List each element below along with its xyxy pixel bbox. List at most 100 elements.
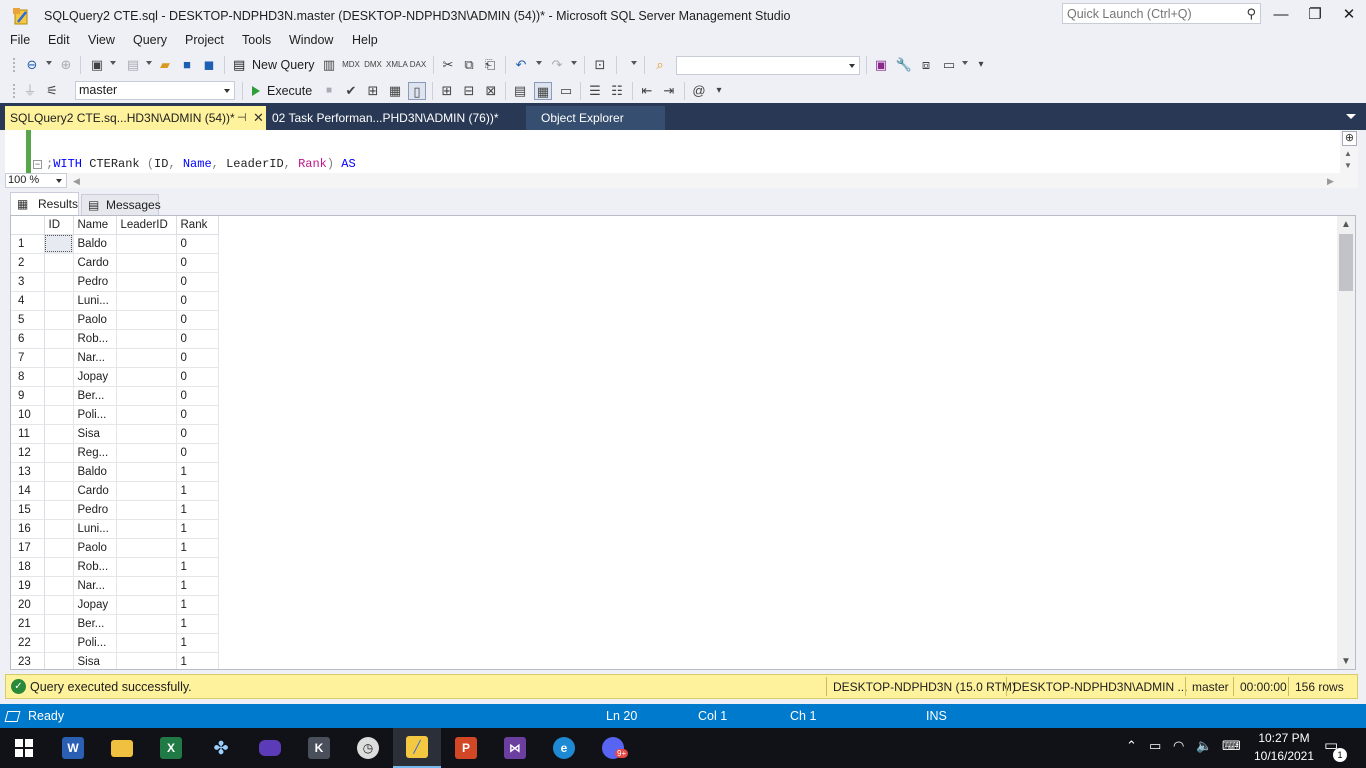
cell-leaderid[interactable] xyxy=(116,443,177,463)
results-grid[interactable]: ID Name LeaderID Rank 1 Baldo 0 2 Cardo 0 3 Ped… xyxy=(10,215,1356,670)
table-row[interactable]: 8 Jopay 0 xyxy=(11,367,219,387)
row-number[interactable]: 9 xyxy=(11,386,45,406)
cell-leaderid[interactable] xyxy=(116,405,177,425)
table-row[interactable]: 5 Paolo 0 xyxy=(11,310,219,330)
cell-leaderid[interactable] xyxy=(116,234,177,254)
taskbar-visual-studio[interactable]: ⋈ xyxy=(491,728,539,768)
menu-project[interactable]: Project xyxy=(185,33,224,47)
cell-id[interactable] xyxy=(44,234,74,254)
cell-name[interactable]: Rob... xyxy=(73,557,117,577)
parse-checkmark-icon[interactable]: ✔ xyxy=(342,82,360,100)
row-number[interactable]: 14 xyxy=(11,481,45,501)
cell-name[interactable]: Jopay xyxy=(73,595,117,615)
save-icon[interactable]: ■ xyxy=(178,56,196,74)
taskbar-game-app[interactable]: ✤ xyxy=(197,728,245,768)
close-icon[interactable]: ✕ xyxy=(253,106,264,130)
estimated-plan-icon[interactable]: ⊞ xyxy=(364,82,382,100)
table-row[interactable]: 19 Nar... 1 xyxy=(11,576,219,596)
xmla-query-icon[interactable]: XMLA xyxy=(386,56,408,74)
cell-rank[interactable]: 1 xyxy=(176,462,219,482)
cell-name[interactable]: Pedro xyxy=(73,272,117,292)
new-project-icon[interactable]: ▣ xyxy=(88,56,106,74)
cell-name[interactable]: Baldo xyxy=(73,234,117,254)
table-row[interactable]: 9 Ber... 0 xyxy=(11,386,219,406)
solution-configuration-select[interactable] xyxy=(676,56,860,75)
specify-values-icon[interactable]: @ xyxy=(690,82,708,100)
cell-leaderid[interactable] xyxy=(116,652,177,669)
row-number[interactable]: 6 xyxy=(11,329,45,349)
cell-name[interactable]: Paolo xyxy=(73,310,117,330)
tab-messages[interactable]: ▤ Messages xyxy=(81,194,161,215)
cell-rank[interactable]: 1 xyxy=(176,652,219,669)
cell-name[interactable]: Pedro xyxy=(73,500,117,520)
cell-leaderid[interactable] xyxy=(116,614,177,634)
cell-name[interactable]: Ber... xyxy=(73,614,117,634)
table-row[interactable]: 21 Ber... 1 xyxy=(11,614,219,634)
cell-rank[interactable]: 0 xyxy=(176,386,219,406)
row-number[interactable]: 23 xyxy=(11,652,45,669)
cell-leaderid[interactable] xyxy=(116,481,177,501)
cell-id[interactable] xyxy=(44,367,74,387)
cell-rank[interactable]: 0 xyxy=(176,272,219,292)
client-stats-icon[interactable]: ⊠ xyxy=(482,82,500,100)
cell-leaderid[interactable] xyxy=(116,576,177,596)
row-number[interactable]: 10 xyxy=(11,405,45,425)
copy-icon[interactable]: ⧉ xyxy=(460,56,478,74)
table-row[interactable]: 10 Poli... 0 xyxy=(11,405,219,425)
table-row[interactable]: 11 Sisa 0 xyxy=(11,424,219,444)
cell-leaderid[interactable] xyxy=(116,386,177,406)
row-number[interactable]: 21 xyxy=(11,614,45,634)
table-row[interactable]: 1 Baldo 0 xyxy=(11,234,219,254)
taskbar-ssms[interactable]: ╱ xyxy=(393,728,441,768)
database-engine-query-icon[interactable]: ▥ xyxy=(320,56,338,74)
row-number[interactable]: 11 xyxy=(11,424,45,444)
comment-icon[interactable]: ☰ xyxy=(586,82,604,100)
cell-rank[interactable]: 1 xyxy=(176,614,219,634)
wifi-icon[interactable]: ◠ xyxy=(1173,738,1184,754)
row-number[interactable]: 8 xyxy=(11,367,45,387)
show-hidden-icons[interactable]: ⌃ xyxy=(1126,738,1137,754)
menu-tools[interactable]: Tools xyxy=(242,33,271,47)
taskbar-k-app[interactable]: K xyxy=(295,728,343,768)
cell-name[interactable]: Sisa xyxy=(73,652,117,669)
tab-object-explorer[interactable]: Object Explorer xyxy=(526,106,665,130)
row-number[interactable]: 12 xyxy=(11,443,45,463)
cell-name[interactable]: Cardo xyxy=(73,481,117,501)
scroll-up-icon[interactable]: ▲ xyxy=(1344,149,1352,158)
cell-id[interactable] xyxy=(44,462,74,482)
cell-id[interactable] xyxy=(44,272,74,292)
column-header-rank[interactable]: Rank xyxy=(176,216,219,235)
cell-leaderid[interactable] xyxy=(116,310,177,330)
cell-id[interactable] xyxy=(44,652,74,669)
results-to-text-icon[interactable]: ▤ xyxy=(511,82,529,100)
cell-id[interactable] xyxy=(44,405,74,425)
cell-name[interactable]: Poli... xyxy=(73,405,117,425)
save-all-icon[interactable]: ◼ xyxy=(200,56,218,74)
cell-id[interactable] xyxy=(44,557,74,577)
row-number[interactable]: 3 xyxy=(11,272,45,292)
toolbar-grip[interactable] xyxy=(12,57,16,73)
restore-button[interactable]: ❐ xyxy=(1298,4,1332,26)
cell-rank[interactable]: 0 xyxy=(176,348,219,368)
cell-id[interactable] xyxy=(44,481,74,501)
taskbar-excel[interactable]: X xyxy=(147,728,195,768)
row-number[interactable]: 1 xyxy=(11,234,45,254)
table-row[interactable]: 22 Poli... 1 xyxy=(11,633,219,653)
cell-id[interactable] xyxy=(44,329,74,349)
table-row[interactable]: 17 Paolo 1 xyxy=(11,538,219,558)
cell-name[interactable]: Cardo xyxy=(73,253,117,273)
cell-leaderid[interactable] xyxy=(116,595,177,615)
cell-leaderid[interactable] xyxy=(116,633,177,653)
new-query-button[interactable]: ▤ New Query xyxy=(230,55,315,75)
intellisense-icon[interactable]: ▯ xyxy=(408,82,426,100)
find-in-files-icon[interactable]: ⌕ xyxy=(651,56,669,74)
cell-id[interactable] xyxy=(44,443,74,463)
taskbar-discord[interactable]: 9+ xyxy=(589,728,637,768)
activity-monitor-icon[interactable]: ⊡ xyxy=(591,56,609,74)
taskbar-word[interactable]: W xyxy=(49,728,97,768)
cell-rank[interactable]: 1 xyxy=(176,633,219,653)
cell-id[interactable] xyxy=(44,538,74,558)
menu-edit[interactable]: Edit xyxy=(48,33,70,47)
row-number[interactable]: 22 xyxy=(11,633,45,653)
toolbar-options-icon[interactable]: ▾ xyxy=(710,82,728,100)
